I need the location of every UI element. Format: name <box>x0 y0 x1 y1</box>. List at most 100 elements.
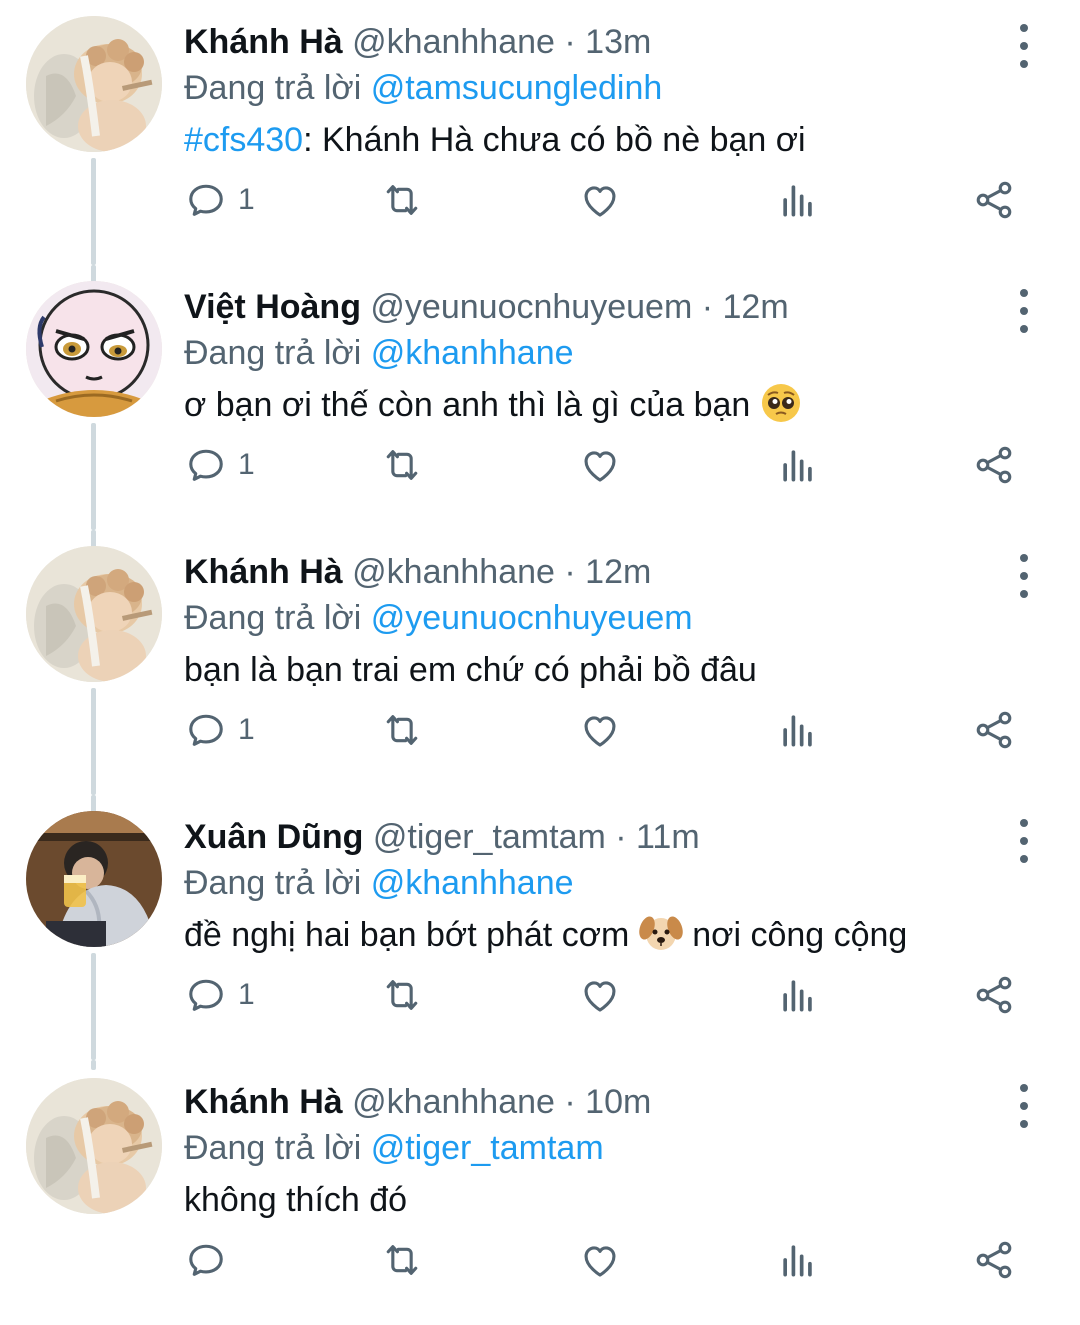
author-handle[interactable]: @tiger_tamtam <box>373 818 606 856</box>
tweet[interactable]: Khánh Hà @khanhhane · 13m Đang trả lời @… <box>0 0 1080 265</box>
retweet-button[interactable] <box>380 967 424 1023</box>
timestamp[interactable]: 11m <box>636 818 700 856</box>
tweet-text-body: : Khánh Hà chưa có bồ nè bạn ơi <box>303 121 806 159</box>
tweet-header: Khánh Hà @khanhhane · 12m <box>184 548 1000 596</box>
like-button[interactable] <box>578 172 622 228</box>
stats-button[interactable] <box>776 1232 820 1288</box>
avatar[interactable] <box>26 1078 162 1214</box>
timestamp[interactable]: 12m <box>585 553 651 591</box>
reply-count: 1 <box>238 183 255 216</box>
share-button[interactable] <box>972 1232 1016 1288</box>
replying-to-mention[interactable]: @yeunuocnhuyeuem <box>371 599 693 637</box>
stats-button[interactable] <box>776 437 820 493</box>
tweet[interactable]: Khánh Hà @khanhhane · 12m Đang trả lời @… <box>0 530 1080 795</box>
photo-avatar-image <box>26 811 162 947</box>
reply-button[interactable]: 1 <box>184 967 255 1023</box>
hashtag-link[interactable]: #cfs430 <box>184 121 303 159</box>
retweet-button[interactable] <box>380 437 424 493</box>
retweet-icon <box>380 443 424 487</box>
like-icon <box>578 178 622 222</box>
reply-count: 1 <box>238 978 255 1011</box>
author-handle[interactable]: @yeunuocnhuyeuem <box>370 288 692 326</box>
author-name[interactable]: Việt Hoàng <box>184 288 361 326</box>
separator-dot: · <box>564 553 576 591</box>
stats-button[interactable] <box>776 702 820 758</box>
more-options-icon[interactable] <box>1012 24 1036 68</box>
author-handle[interactable]: @khanhhane <box>352 23 555 61</box>
share-button[interactable] <box>972 437 1016 493</box>
tweet-text-body: ơ bạn ơi thế còn anh thì là gì của bạn <box>184 386 751 424</box>
tweet[interactable]: Xuân Dũng @tiger_tamtam · 11m Đang trả l… <box>0 795 1080 1060</box>
avatar[interactable] <box>26 811 162 947</box>
like-button[interactable] <box>578 437 622 493</box>
author-handle[interactable]: @khanhhane <box>352 553 555 591</box>
like-button[interactable] <box>578 1232 622 1288</box>
retweet-icon <box>380 1238 424 1282</box>
more-options-icon[interactable] <box>1012 554 1036 598</box>
pleading-face-emoji <box>760 382 802 441</box>
author-name[interactable]: Khánh Hà <box>184 1083 343 1121</box>
reply-icon <box>184 973 228 1017</box>
cherub-avatar-image <box>26 1078 162 1214</box>
more-options-icon[interactable] <box>1012 819 1036 863</box>
tweet-actions: 1 <box>184 702 1034 758</box>
reply-icon <box>184 443 228 487</box>
share-icon <box>972 1238 1016 1282</box>
reply-button[interactable]: 1 <box>184 172 255 228</box>
tweet-actions: 1 <box>184 967 1034 1023</box>
retweet-button[interactable] <box>380 1232 424 1288</box>
author-handle[interactable]: @khanhhane <box>352 1083 555 1121</box>
retweet-icon <box>380 708 424 752</box>
avatar[interactable] <box>26 281 162 417</box>
stats-button[interactable] <box>776 172 820 228</box>
more-options-icon[interactable] <box>1012 289 1036 333</box>
share-icon <box>972 973 1016 1017</box>
tweet-text-body: đề nghị hai bạn bớt phát cơm <box>184 916 630 954</box>
share-button[interactable] <box>972 702 1016 758</box>
like-icon <box>578 1238 622 1282</box>
timestamp[interactable]: 13m <box>585 23 651 61</box>
thread-connector-line <box>91 423 96 530</box>
like-button[interactable] <box>578 967 622 1023</box>
avatar[interactable] <box>26 546 162 682</box>
cartoon-face-avatar-image <box>26 281 162 417</box>
replying-to: Đang trả lời @yeunuocnhuyeuem <box>184 596 1000 640</box>
replying-to-mention[interactable]: @khanhhane <box>371 334 574 372</box>
retweet-button[interactable] <box>380 702 424 758</box>
thread-connector-line <box>91 688 96 795</box>
replying-to-mention[interactable]: @tamsucungledinh <box>371 69 663 107</box>
dog-face-emoji <box>639 912 683 971</box>
avatar[interactable] <box>26 16 162 152</box>
retweet-button[interactable] <box>380 172 424 228</box>
replying-to-mention[interactable]: @tiger_tamtam <box>371 1129 604 1167</box>
tweet-text: bạn là bạn trai em chứ có phải bồ đâu <box>184 651 757 689</box>
replying-to-label: Đang trả lời <box>184 1129 362 1167</box>
tweet-header: Khánh Hà @khanhhane · 10m <box>184 1078 1000 1126</box>
reply-button[interactable]: 1 <box>184 437 255 493</box>
share-button[interactable] <box>972 172 1016 228</box>
share-icon <box>972 178 1016 222</box>
author-name[interactable]: Xuân Dũng <box>184 818 363 856</box>
reply-icon <box>184 708 228 752</box>
more-options-icon[interactable] <box>1012 1084 1036 1128</box>
reply-button[interactable] <box>184 1232 238 1288</box>
reply-button[interactable]: 1 <box>184 702 255 758</box>
share-icon <box>972 443 1016 487</box>
tweet-text: đề nghị hai bạn bớt phát cơm nơi công cộ… <box>184 907 1000 971</box>
author-name[interactable]: Khánh Hà <box>184 23 343 61</box>
timestamp[interactable]: 12m <box>723 288 789 326</box>
share-button[interactable] <box>972 967 1016 1023</box>
timestamp[interactable]: 10m <box>585 1083 651 1121</box>
reply-count: 1 <box>238 713 255 746</box>
like-button[interactable] <box>578 702 622 758</box>
tweet-header: Việt Hoàng @yeunuocnhuyeuem · 12m <box>184 283 1000 331</box>
tweet[interactable]: Khánh Hà @khanhhane · 10m Đang trả lời @… <box>0 1060 1080 1325</box>
share-icon <box>972 708 1016 752</box>
replying-to-mention[interactable]: @khanhhane <box>371 864 574 902</box>
replying-to: Đang trả lời @khanhhane <box>184 331 1000 375</box>
author-name[interactable]: Khánh Hà <box>184 553 343 591</box>
replying-to: Đang trả lời @tamsucungledinh <box>184 66 1000 110</box>
tweet[interactable]: Việt Hoàng @yeunuocnhuyeuem · 12m Đang t… <box>0 265 1080 530</box>
stats-button[interactable] <box>776 967 820 1023</box>
separator-dot: · <box>701 288 714 326</box>
